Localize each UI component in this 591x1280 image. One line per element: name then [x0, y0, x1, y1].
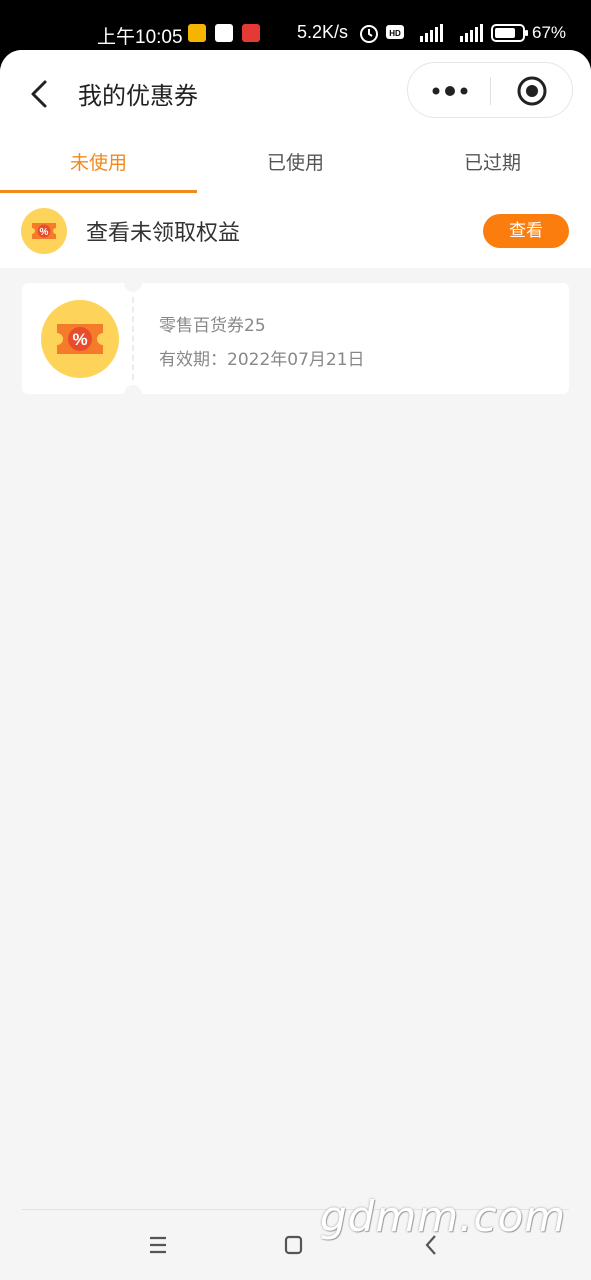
- close-miniprogram-icon[interactable]: [516, 75, 548, 107]
- miniprogram-capsule: [407, 62, 573, 118]
- coupon-validity: 有效期：2022年07月21日: [159, 350, 365, 370]
- coupon-notch-top: [124, 274, 142, 292]
- battery-percent: 67%: [532, 23, 567, 42]
- navigation-bar: 我的优惠券: [0, 50, 591, 135]
- svg-text:%: %: [40, 227, 49, 238]
- coupon-icon: %: [21, 208, 67, 254]
- back-icon[interactable]: [20, 74, 60, 114]
- svg-text:%: %: [72, 330, 87, 349]
- coupon-card[interactable]: % 零售百货券25 有效期：2022年07月21日: [22, 274, 569, 403]
- coupon-perforation: [132, 297, 134, 380]
- tab-expired[interactable]: 已过期: [394, 135, 591, 193]
- coupon-name: 零售百货券25: [159, 316, 266, 336]
- unclaimed-benefits-bar: % 查看未领取权益 查看: [0, 193, 591, 268]
- menu-nav-icon[interactable]: [138, 1228, 178, 1262]
- app-notification-icon-2: [242, 24, 260, 42]
- more-icon[interactable]: [428, 77, 478, 105]
- home-nav-icon[interactable]: [273, 1228, 313, 1262]
- alarm-icon: [360, 25, 378, 43]
- watermark: gdmm.com: [320, 1192, 567, 1241]
- app-notification-icon: [215, 24, 233, 42]
- network-speed: 5.2K/s: [297, 22, 349, 42]
- hd-icon: HD: [386, 25, 404, 39]
- coupon-tabs: 未使用 已使用 已过期: [0, 135, 591, 193]
- status-time: 上午10:05: [97, 27, 183, 48]
- page-title: 我的优惠券: [78, 82, 198, 110]
- tab-unused[interactable]: 未使用: [0, 135, 197, 193]
- tab-used[interactable]: 已使用: [197, 135, 394, 193]
- wechat-notification-icon: [188, 24, 206, 42]
- signal-4g-icon: [420, 24, 443, 42]
- benefit-text: 查看未领取权益: [86, 221, 241, 246]
- svg-text:HD: HD: [389, 29, 401, 38]
- view-button[interactable]: 查看: [483, 214, 569, 248]
- signal-3g-icon: [460, 24, 483, 42]
- capsule-divider: [490, 77, 491, 105]
- coupon-notch-bottom: [124, 385, 142, 403]
- battery-icon: [491, 24, 528, 42]
- app-screen: 我的优惠券 未使用 已使用 已过期 % 查看未领取权益 查看 % 零售百货券25…: [0, 50, 591, 1280]
- coupon-icon: %: [41, 300, 119, 378]
